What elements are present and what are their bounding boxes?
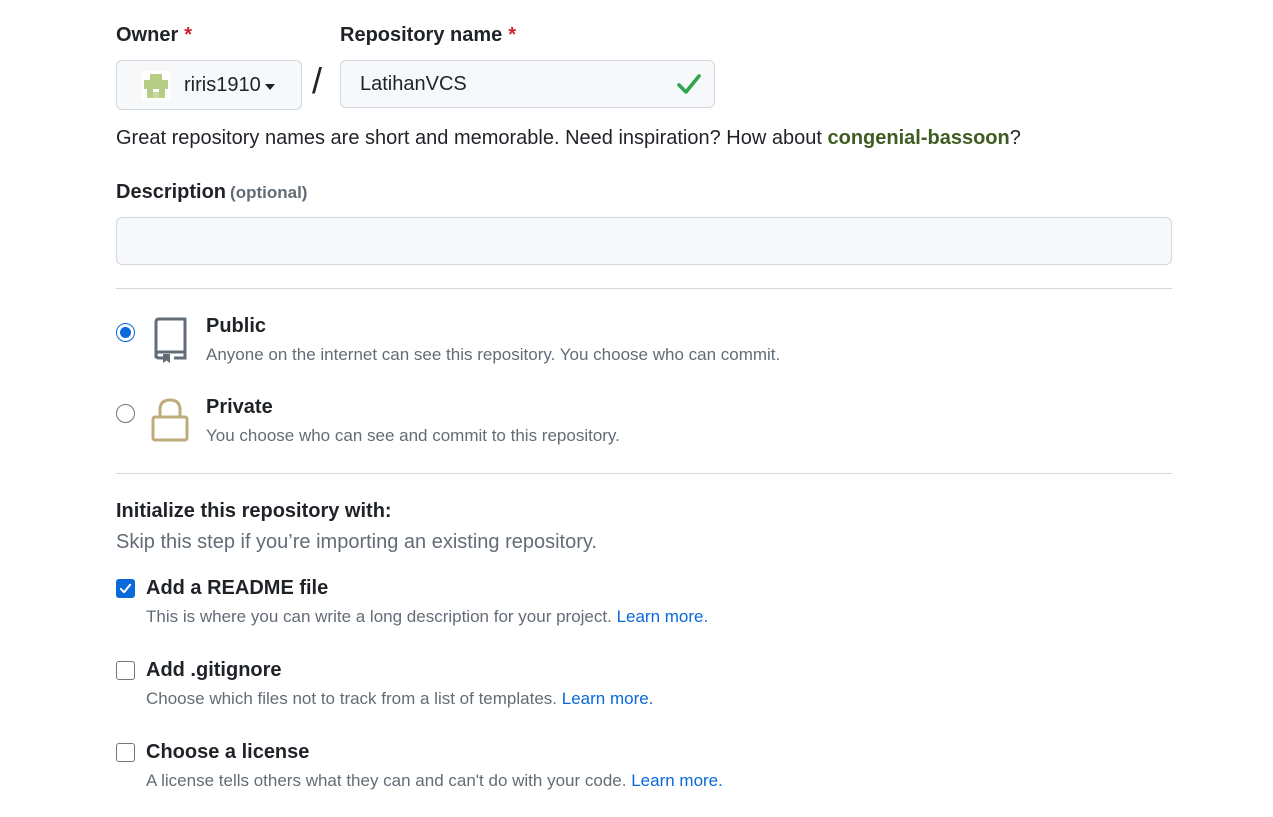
learn-more-link[interactable]: Learn more. <box>562 689 654 708</box>
owner-label: Owner * <box>116 24 193 46</box>
lock-icon <box>151 398 189 442</box>
license-checkbox[interactable] <box>116 743 135 762</box>
name-suggestion-hint: Great repository names are short and mem… <box>116 127 1021 149</box>
initialize-title: Initialize this repository with: <box>116 500 392 522</box>
check-icon <box>677 74 701 94</box>
learn-more-link[interactable]: Learn more. <box>631 771 723 790</box>
gitignore-checkbox[interactable] <box>116 661 135 680</box>
readme-checkbox[interactable] <box>116 579 135 598</box>
gitignore-description: Choose which files not to track from a l… <box>146 689 654 708</box>
chevron-down-icon <box>265 84 275 90</box>
avatar <box>141 71 171 101</box>
private-description: You choose who can see and commit to thi… <box>206 426 620 445</box>
readme-description: This is where you can write a long descr… <box>146 607 709 626</box>
divider <box>116 288 1172 289</box>
learn-more-link[interactable]: Learn more. <box>617 607 709 626</box>
owner-repo-separator: / <box>312 60 323 101</box>
license-description: A license tells others what they can and… <box>146 771 723 790</box>
checkmark-icon <box>119 583 132 594</box>
public-title: Public <box>206 315 267 337</box>
required-asterisk: * <box>184 24 193 46</box>
required-asterisk: * <box>508 24 517 46</box>
initialize-subtitle: Skip this step if you’re importing an ex… <box>116 531 597 553</box>
repo-icon <box>154 317 187 363</box>
readme-title: Add a README file <box>146 577 329 599</box>
public-description: Anyone on the internet can see this repo… <box>206 345 781 364</box>
divider <box>116 473 1172 474</box>
description-input[interactable] <box>116 217 1172 265</box>
owner-name: riris1910 <box>184 74 261 96</box>
owner-dropdown[interactable]: riris1910 <box>116 60 302 110</box>
license-title: Choose a license <box>146 741 310 763</box>
private-title: Private <box>206 396 273 418</box>
gitignore-title: Add .gitignore <box>146 659 282 681</box>
private-radio[interactable] <box>116 404 135 423</box>
repository-name-input[interactable] <box>340 60 715 108</box>
repository-name-label: Repository name * <box>340 24 517 46</box>
optional-tag: (optional) <box>230 183 308 202</box>
suggested-name-link[interactable]: congenial-bassoon <box>827 127 1009 149</box>
public-radio[interactable] <box>116 323 135 342</box>
description-label: Description (optional) <box>116 181 308 203</box>
